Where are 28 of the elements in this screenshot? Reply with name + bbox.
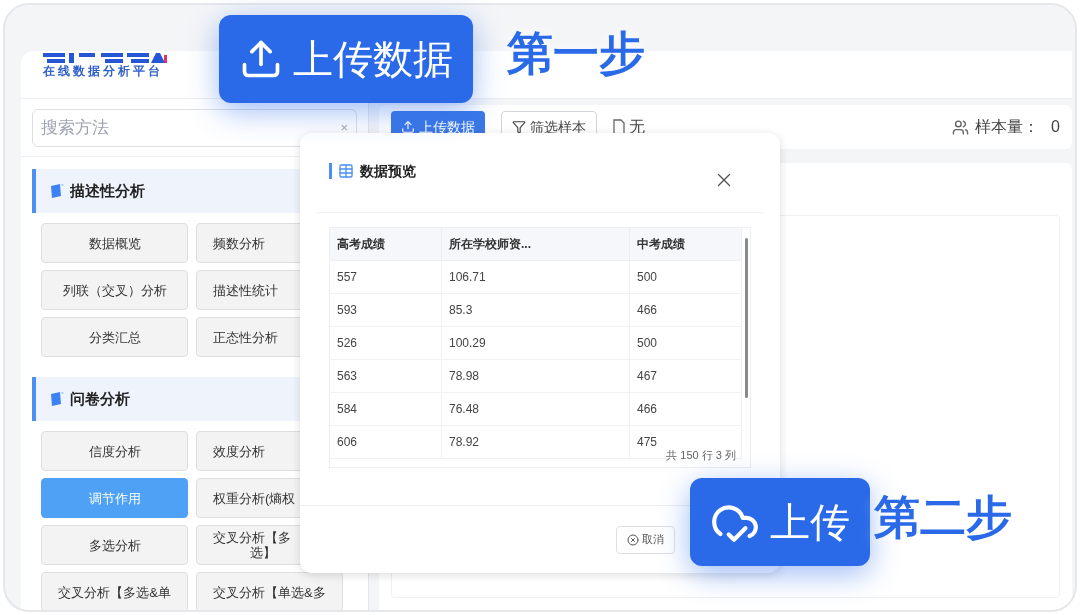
- step-label: 第二步: [874, 490, 1012, 545]
- table-cell: 557: [330, 261, 442, 293]
- table-cell: 106.71: [442, 261, 630, 293]
- table-cell: 466: [630, 294, 742, 326]
- table-cell: 78.98: [442, 360, 630, 392]
- logo-subtitle: 在线数据分析平台: [43, 64, 164, 78]
- table-cell: 606: [330, 426, 442, 458]
- table-cell: 500: [630, 261, 742, 293]
- table-cell: 500: [630, 327, 742, 359]
- step-label: 第一步: [507, 26, 645, 81]
- column-header: 所在学校师资...: [442, 228, 630, 260]
- sample-size-value: 0: [1051, 117, 1060, 137]
- column-header: 高考成绩: [330, 228, 442, 260]
- table-cell: 78.92: [442, 426, 630, 458]
- column-header: 中考成绩: [630, 228, 742, 260]
- table-cell: 593: [330, 294, 442, 326]
- table-cell: 100.29: [442, 327, 630, 359]
- table-cell: 76.48: [442, 393, 630, 425]
- table-cell: 584: [330, 393, 442, 425]
- section-title: 描述性分析: [70, 180, 145, 201]
- section-title: 问卷分析: [70, 388, 130, 409]
- table-cell: 467: [630, 360, 742, 392]
- dialog-title: 数据预览: [360, 162, 416, 181]
- sample-size-label: 样本量：: [975, 117, 1040, 137]
- table-cell: 563: [330, 360, 442, 392]
- table-cell: 526: [330, 327, 442, 359]
- table-cell: 466: [630, 393, 742, 425]
- table-cell: 85.3: [442, 294, 630, 326]
